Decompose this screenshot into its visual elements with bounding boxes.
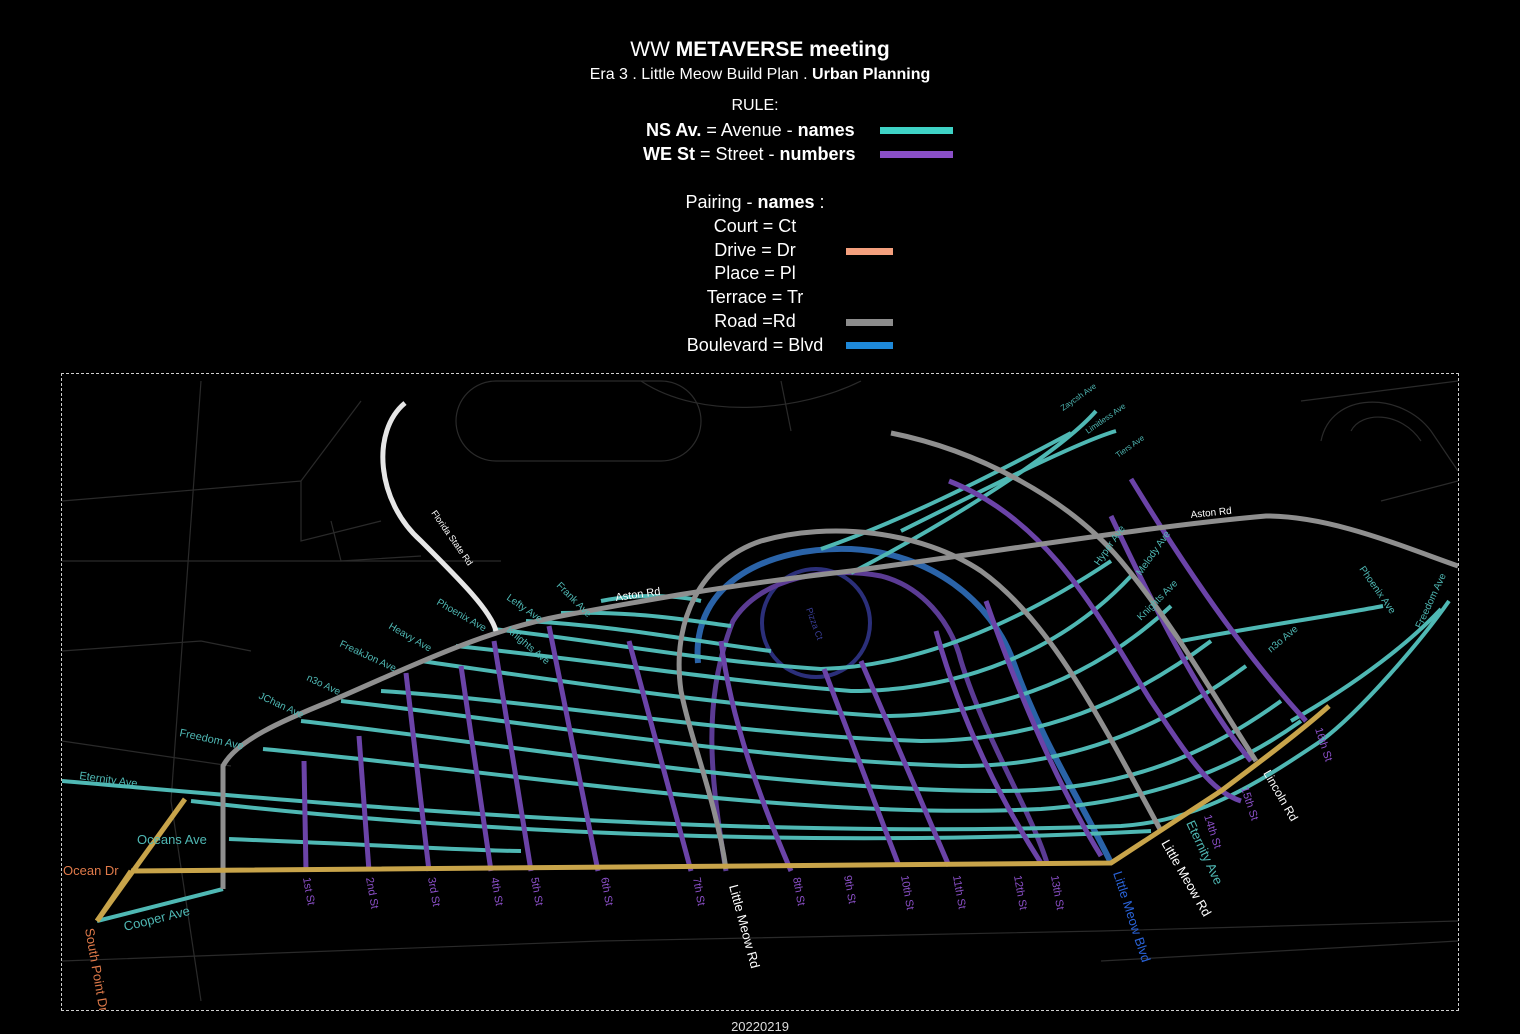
street-label-2nd: 2nd St [363, 876, 380, 909]
pairing-heading-bold: names [757, 192, 815, 212]
pairing-heading: Pairing - names : [605, 192, 905, 213]
rule-avenue-suffix: names [797, 120, 855, 140]
n3o-ave-w-label: n3o Ave [305, 673, 343, 698]
oceans-ave-label: Oceans Ave [137, 832, 207, 847]
title-bold: METAVERSE meeting [675, 38, 890, 61]
little-meow-blvd-label: Little Meow Blvd [1110, 869, 1154, 964]
rule-avenue-key: NS Av. [646, 120, 702, 140]
rule-heading: RULE: [731, 97, 779, 114]
map-labels: Florida State Rd Aston Rd Aston Rd Pizza… [63, 381, 1449, 1010]
south-point-dr-label: South Point Dr [82, 927, 112, 1010]
street-label-13th: 13th St [1048, 874, 1066, 910]
street-label-4th: 4th St [488, 876, 505, 906]
rule-street-key: WE St [643, 144, 695, 164]
city-map: Florida State Rd Aston Rd Aston Rd Pizza… [61, 373, 1459, 1011]
lincoln-rd-label: Lincoln Rd [1260, 768, 1300, 824]
road-swatch [846, 319, 893, 326]
freedom-ave-w-label: Freedom Ave [178, 727, 244, 752]
pairing-court: Court = Ct [713, 216, 797, 236]
ocean-dr-label: Ocean Dr [63, 863, 119, 878]
avenue-swatch [880, 127, 953, 134]
heavy-ave-label: Heavy Ave [387, 621, 434, 655]
title-prefix: WW [630, 38, 670, 61]
tiers-ave-label: Tiers Ave [1114, 433, 1147, 460]
pairing-terrace: Terrace = Tr [706, 287, 804, 307]
pizza-ct-label: Pizza Ct [804, 606, 825, 641]
street-label-11th: 11th St [950, 874, 968, 910]
street-label-15th: 15th St [1238, 785, 1260, 822]
little-meow-rd-w-label: Little Meow Rd [726, 883, 763, 970]
drive-swatch [846, 248, 893, 255]
page-title: WW METAVERSE meeting [0, 38, 1520, 62]
street-label-8th: 8th St [790, 876, 807, 906]
rule-avenue-text: = Avenue - [701, 120, 798, 140]
base-map [62, 380, 1458, 1002]
street-label-3rd: 3rd St [425, 876, 442, 907]
page-subtitle: Era 3 . Little Meow Build Plan . Urban P… [0, 66, 1520, 84]
boulevard-swatch [846, 342, 893, 349]
rule-street-text: = Street - [695, 144, 780, 164]
lefty-ave-label: Lefty Ave [504, 592, 544, 625]
rule-row-avenue: NS Av. = Avenue - names [646, 120, 855, 141]
melody-ave-label: Melody Ave [1134, 529, 1173, 578]
street-label-10th: 10th St [898, 874, 916, 910]
map-svg: Florida State Rd Aston Rd Aston Rd Pizza… [62, 380, 1458, 1010]
avenue-layer [62, 409, 1451, 923]
street-label-12th: 12th St [1011, 874, 1029, 910]
zaycsh-ave-label: Zaycsh Ave [1059, 381, 1098, 412]
street-swatch [880, 151, 953, 158]
rule-street-suffix: numbers [779, 144, 856, 164]
street-label-9th: 9th St [841, 874, 858, 904]
n3o-ave-e-label: n3o Ave [1266, 623, 1301, 655]
pairing-heading-text: Pairing - [685, 192, 758, 212]
freakjon-ave-label: FreakJon Ave [338, 639, 398, 675]
subtitle-prefix: Era 3 . Little Meow Build Plan . [589, 66, 808, 83]
subtitle-bold: Urban Planning [812, 66, 931, 83]
eternity-ave-w-label: Eternity Ave [79, 770, 139, 790]
pairing-place: Place = Pl [714, 263, 796, 283]
pairing-heading-colon: : [814, 192, 825, 212]
rule-row-street: WE St = Street - numbers [643, 144, 856, 165]
street-label-1st: 1st St [300, 876, 317, 906]
jchan-ave-label: JChan Ave [257, 691, 306, 722]
street-label-5th: 5th St [528, 876, 545, 906]
street-label-6th: 6th St [598, 876, 615, 906]
street-label-7th: 7th St [690, 876, 707, 906]
